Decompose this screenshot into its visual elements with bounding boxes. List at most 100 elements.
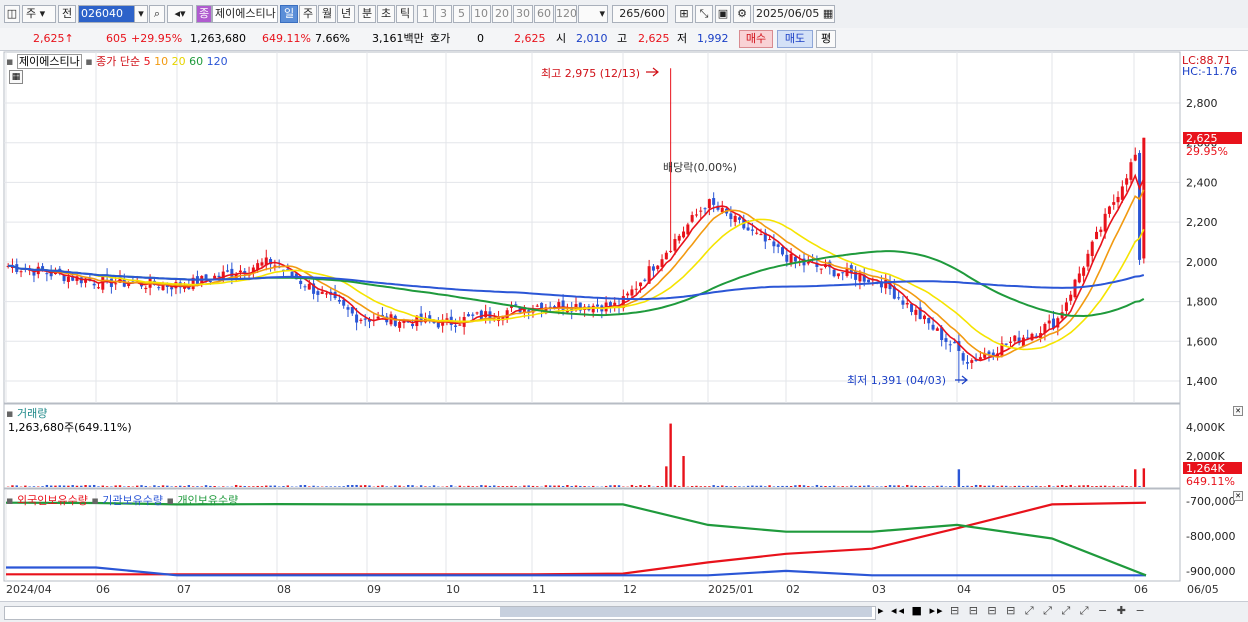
volume-bar (24, 486, 26, 487)
volume-bar (712, 485, 714, 487)
collapse-icon[interactable]: ▪ (6, 55, 13, 68)
interval-3[interactable]: 3 (435, 5, 452, 23)
stock-code-input[interactable]: 026040 (78, 5, 136, 23)
custom-interval-dropdown[interactable]: ▾ (578, 5, 608, 23)
chart-settings-icon[interactable]: ⊞ (675, 5, 693, 23)
volume-bar (803, 485, 805, 487)
interval-20[interactable]: 20 (492, 5, 512, 23)
candle-body (781, 247, 784, 254)
candle-body (1069, 295, 1072, 301)
playback-controls[interactable]: ▸ ◂◂ ■ ▸▸ (878, 604, 945, 617)
stock-name-field[interactable]: 제이에스티나 (212, 5, 278, 23)
calendar-icon[interactable]: ▦ (823, 7, 833, 20)
search-icon[interactable]: ⌕ (149, 5, 165, 23)
interval-1[interactable]: 1 (417, 5, 434, 23)
candle-body (471, 315, 474, 316)
y-tick-label: 2,400 (1186, 176, 1218, 189)
volume-bar (717, 486, 719, 487)
candle-body (686, 224, 689, 234)
current-price: 2,625↑ (33, 31, 74, 47)
foreign-legend[interactable]: 외국인보유수량 (17, 494, 88, 507)
period-month[interactable]: 월 (318, 5, 336, 23)
volume-bar (84, 485, 86, 487)
x-label: 06 (96, 583, 110, 596)
candle-body (476, 312, 479, 313)
interval-5[interactable]: 5 (453, 5, 470, 23)
code-dropdown-icon[interactable]: ▾ (134, 5, 148, 23)
volume-bar (1052, 486, 1054, 487)
hoga-value: 0 (477, 31, 484, 47)
hoga-price: 2,625 (514, 31, 546, 47)
price-value: 2,625 (33, 32, 65, 45)
volume-bar (170, 486, 172, 487)
stock-legend-label[interactable]: 제이에스티나 (17, 54, 82, 69)
stock-chart[interactable]: 2,8002,6002,4002,2002,0001,8001,6001,400… (0, 51, 1248, 621)
volume-bar (16, 485, 18, 487)
window-menu-icon[interactable]: ◫ (4, 5, 20, 23)
volume-bar (1018, 486, 1020, 487)
gear-icon[interactable]: ⚙ (733, 5, 751, 23)
volume-bar (446, 486, 448, 487)
candle-body (325, 293, 328, 294)
y-tick-label: -900,000 (1186, 565, 1235, 578)
volume-bar (213, 486, 215, 487)
sell-button[interactable]: 매도 (777, 30, 813, 48)
close-icon[interactable]: ✕ (1233, 406, 1243, 416)
period-year[interactable]: 년 (337, 5, 355, 23)
draw-tool-icon[interactable]: ⤡ (695, 5, 713, 23)
volume-bar (755, 486, 757, 487)
volume-bar (682, 456, 684, 487)
interval-120[interactable]: 120 (555, 5, 577, 23)
volume-bar (1095, 486, 1097, 487)
individual-legend[interactable]: 개인보유수량 (177, 494, 238, 507)
volume-bar (252, 486, 254, 487)
ma120-legend: 120 (207, 55, 228, 68)
ma-legend-label[interactable]: 종가 단순 (96, 55, 140, 68)
interval-30[interactable]: 30 (513, 5, 533, 23)
close-icon-2[interactable]: ✕ (1233, 491, 1243, 501)
candle-body (777, 244, 780, 247)
hc-label: HC:-11.76 (1182, 65, 1237, 78)
count-display[interactable]: 265/600 (612, 5, 668, 23)
period-day[interactable]: 일 (280, 5, 298, 23)
volume-bar (631, 485, 633, 487)
institution-legend[interactable]: 기관보유수량 (102, 494, 163, 507)
volume-bar (484, 485, 486, 487)
chart-scrollbar[interactable]: ▸ ◂◂ ■ ▸▸ ⊟ ⊟ ⊟ ⊟ ⤢ ⤢ ⤢ ⤢ − ✚ − (0, 601, 1248, 622)
volume-bar (330, 486, 332, 487)
candle-body (45, 273, 48, 274)
holding-collapse-icon[interactable]: ▪ (6, 494, 13, 507)
candle-body (359, 320, 362, 321)
volume-bar (377, 486, 379, 487)
volume-bar (1005, 486, 1007, 487)
candle-body (712, 198, 715, 205)
volume-bar (304, 485, 306, 487)
period-tick[interactable]: 틱 (396, 5, 414, 23)
volume-bar (222, 486, 224, 487)
save-icon[interactable]: ▣ (715, 5, 731, 23)
scroll-thumb[interactable] (500, 607, 872, 617)
eval-button[interactable]: 평 (816, 30, 836, 48)
table-icon[interactable]: ▦ (9, 70, 23, 84)
exchange-button[interactable]: 전 (58, 5, 76, 23)
candle-body (979, 357, 982, 359)
volume-bar (420, 485, 422, 487)
date-field[interactable]: 2025/06/05 ▦ (753, 5, 835, 23)
interval-10[interactable]: 10 (471, 5, 491, 23)
period-select[interactable]: 주 ▾ (22, 5, 56, 23)
volume-bar (876, 486, 878, 487)
volume-bar (790, 486, 792, 487)
interval-60[interactable]: 60 (534, 5, 554, 23)
period-week[interactable]: 주 (299, 5, 317, 23)
period-second[interactable]: 초 (377, 5, 395, 23)
volume-bar (760, 486, 762, 487)
candle-body (32, 272, 35, 276)
buy-button[interactable]: 매수 (739, 30, 773, 48)
volume-bar (558, 486, 560, 487)
period-minute[interactable]: 분 (358, 5, 376, 23)
candle-body (1086, 254, 1089, 267)
zoom-controls[interactable]: ⊟ ⊟ ⊟ ⊟ ⤢ ⤢ ⤢ ⤢ − ✚ − (950, 604, 1148, 618)
volume-bar (566, 485, 568, 487)
speaker-icon[interactable]: ◂▾ (167, 5, 193, 23)
volume-bar (553, 486, 555, 487)
